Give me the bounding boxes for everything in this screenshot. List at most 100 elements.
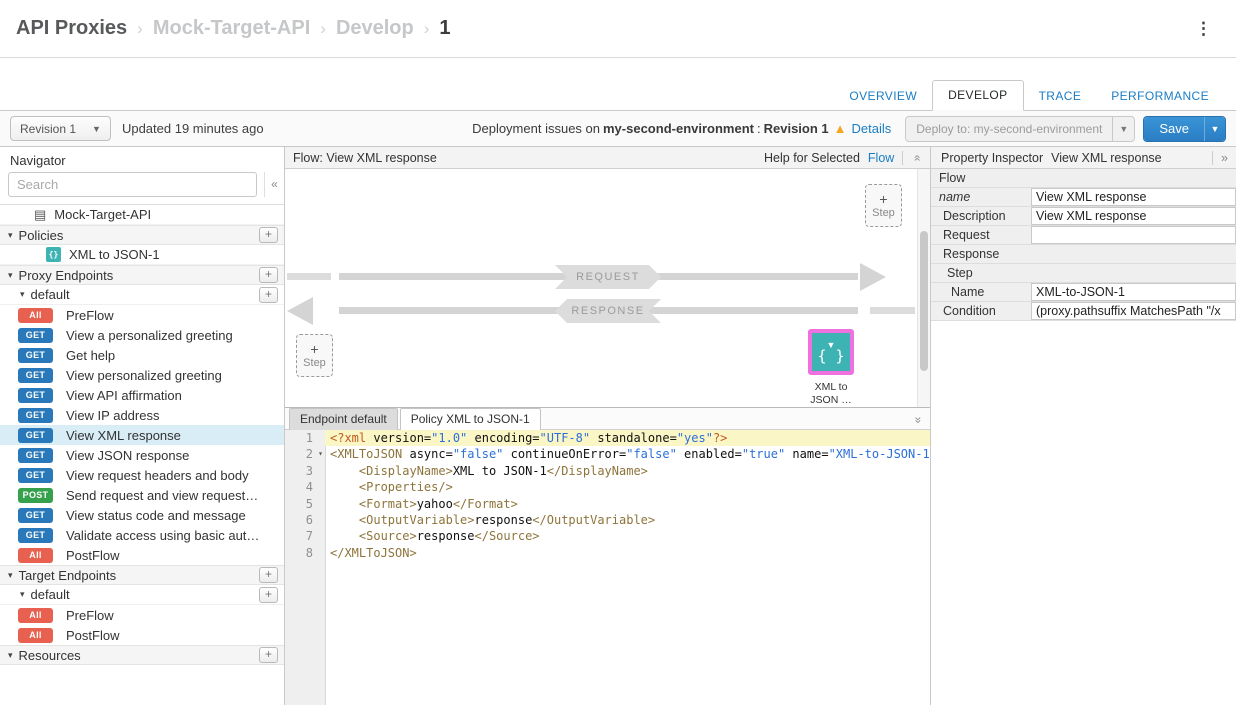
- xml-code-editor[interactable]: 1<?xml version="1.0" encoding="UTF-8" st…: [285, 430, 930, 705]
- breadcrumb-section: Develop: [336, 17, 414, 40]
- kebab-menu-icon[interactable]: ⋮: [1187, 17, 1220, 41]
- property-inspector-subtitle: View XML response: [1051, 151, 1161, 165]
- inspector-field-value[interactable]: XML-to-JSON-1: [1031, 283, 1236, 301]
- deployment-issues-message: Deployment issues on my-second-environme…: [472, 121, 891, 136]
- add-button[interactable]: +: [259, 287, 278, 303]
- caret-down-icon[interactable]: ▾: [8, 230, 13, 241]
- navigator-title: Navigator: [0, 147, 284, 172]
- code-text: <DisplayName>XML to JSON-1</DisplayName>: [325, 463, 930, 479]
- add-button[interactable]: +: [259, 227, 278, 243]
- breadcrumb-separator: ›: [137, 19, 143, 39]
- sidebar-item-validate-access-using-basic-aut[interactable]: GETValidate access using basic aut…: [0, 525, 284, 545]
- save-dropdown-arrow[interactable]: ▼: [1204, 117, 1225, 141]
- navigator-panel: Navigator « ▤Mock-Target-API▾Policies+{}…: [0, 147, 285, 705]
- code-text: <OutputVariable>response</OutputVariable…: [325, 512, 930, 528]
- tab-develop[interactable]: DEVELOP: [932, 80, 1024, 111]
- sidebar-item-view-status-code-and-message[interactable]: GET View status code and message: [0, 505, 284, 525]
- fold-caret-icon[interactable]: ▾: [318, 446, 323, 462]
- warning-icon: ▲: [834, 121, 847, 136]
- sidebar-item-label: PostFlow: [66, 628, 119, 643]
- sidebar-item-view-ip-address[interactable]: GETView IP address: [0, 405, 284, 425]
- code-line[interactable]: 2▾<XMLToJSON async="false" continueOnErr…: [285, 446, 930, 462]
- add-button[interactable]: +: [259, 567, 278, 583]
- add-button[interactable]: +: [259, 587, 278, 603]
- inspector-field-value[interactable]: (proxy.pathsuffix MatchesPath "/x: [1031, 302, 1236, 320]
- code-line[interactable]: 8</XMLToJSON>: [285, 545, 930, 561]
- code-line[interactable]: 7 <Source>response</Source>: [285, 528, 930, 544]
- search-input[interactable]: [8, 172, 257, 197]
- breadcrumb: API Proxies › Mock-Target-API › Develop …: [16, 17, 451, 40]
- navigator-search-row: «: [0, 172, 284, 205]
- code-line[interactable]: 6 <OutputVariable>response</OutputVariab…: [285, 512, 930, 528]
- collapse-panel-icon[interactable]: «: [264, 172, 284, 197]
- sidebar-item-get-help[interactable]: GETGet help: [0, 345, 284, 365]
- request-lane-stub: [287, 273, 331, 280]
- help-flow-link[interactable]: Flow: [868, 151, 894, 165]
- code-line[interactable]: 1<?xml version="1.0" encoding="UTF-8" st…: [285, 430, 930, 446]
- sidebar-item-proxy-endpoints[interactable]: ▾Proxy Endpoints+: [0, 265, 284, 285]
- flow-canvas: REQUEST RESPONSE + Step + Step ▼ { } XML…: [285, 169, 930, 407]
- sidebar-item-target-endpoints[interactable]: ▾Target Endpoints+: [0, 565, 284, 585]
- main-area: Navigator « ▤Mock-Target-API▾Policies+{}…: [0, 147, 1236, 705]
- sidebar-item-view-api-affirmation[interactable]: GETView API affirmation: [0, 385, 284, 405]
- sidebar-item-label: PreFlow: [66, 608, 114, 623]
- inspector-field-value[interactable]: [1031, 226, 1236, 244]
- sidebar-item-label: View status code and message: [66, 508, 246, 523]
- collapse-editor-icon[interactable]: »: [915, 411, 922, 429]
- caret-down-icon[interactable]: ▾: [8, 570, 13, 581]
- sidebar-item-preflow[interactable]: AllPreFlow: [0, 605, 284, 625]
- sidebar-item-default[interactable]: ▾default+: [0, 285, 284, 305]
- sidebar-item-view-a-personalized-greeting[interactable]: GETView a personalized greeting: [0, 325, 284, 345]
- caret-down-icon[interactable]: ▾: [8, 650, 13, 661]
- breadcrumb-api-proxies[interactable]: API Proxies: [16, 17, 127, 40]
- tab-performance[interactable]: PERFORMANCE: [1096, 82, 1224, 111]
- inspector-field-value[interactable]: View XML response: [1031, 207, 1236, 225]
- sidebar-item-view-json-response[interactable]: GETView JSON response: [0, 445, 284, 465]
- inspector-field-value[interactable]: View XML response: [1031, 188, 1236, 206]
- editor-tab-policy-xml-to-json-1[interactable]: Policy XML to JSON-1: [400, 408, 541, 430]
- sidebar-item-postflow[interactable]: AllPostFlow: [0, 625, 284, 645]
- add-button[interactable]: +: [259, 267, 278, 283]
- editor-tab-bar: Endpoint defaultPolicy XML to JSON-1 »: [285, 408, 930, 430]
- caret-down-icon[interactable]: ▾: [20, 589, 25, 600]
- xml-to-json-policy-node[interactable]: ▼ { }: [808, 329, 854, 375]
- sidebar-item-postflow[interactable]: AllPostFlow: [0, 545, 284, 565]
- code-text: <?xml version="1.0" encoding="UTF-8" sta…: [325, 430, 930, 446]
- tab-trace[interactable]: TRACE: [1024, 82, 1097, 111]
- line-number: 5: [285, 496, 325, 512]
- sidebar-item-send-request-and-view-request[interactable]: POSTSend request and view request…: [0, 485, 284, 505]
- sidebar-item-label: Send request and view request…: [66, 488, 258, 503]
- collapse-flow-icon[interactable]: »: [902, 151, 922, 165]
- sidebar-item-view-request-headers-and-body[interactable]: GETView request headers and body: [0, 465, 284, 485]
- sidebar-item-view-xml-response[interactable]: GETView XML response: [0, 425, 284, 445]
- deploy-to-selector[interactable]: Deploy to: my-second-environment ▼: [905, 116, 1135, 142]
- save-button[interactable]: Save: [1144, 117, 1204, 141]
- inspector-field-label: Step: [931, 266, 1031, 280]
- code-line[interactable]: 4 <Properties/>: [285, 479, 930, 495]
- flow-canvas-scrollbar[interactable]: [917, 169, 930, 407]
- scrollbar-thumb[interactable]: [920, 231, 928, 371]
- caret-down-icon[interactable]: ▾: [20, 289, 25, 300]
- details-link[interactable]: Details: [852, 121, 892, 136]
- tab-overview[interactable]: OVERVIEW: [834, 82, 932, 111]
- sidebar-item-preflow[interactable]: AllPreFlow: [0, 305, 284, 325]
- sidebar-item-label: PreFlow: [66, 308, 114, 323]
- sidebar-item-policies[interactable]: ▾Policies+: [0, 225, 284, 245]
- line-number: 4: [285, 479, 325, 495]
- editor-tab-endpoint-default[interactable]: Endpoint default: [289, 408, 398, 430]
- method-badge: GET: [18, 368, 53, 383]
- code-line[interactable]: 3 <DisplayName>XML to JSON-1</DisplayNam…: [285, 463, 930, 479]
- add-button[interactable]: +: [259, 647, 278, 663]
- sidebar-item-resources[interactable]: ▾Resources+: [0, 645, 284, 665]
- sidebar-item-xml-to-json-1[interactable]: {}XML to JSON-1: [0, 245, 284, 265]
- caret-down-icon[interactable]: ▾: [8, 270, 13, 281]
- sidebar-item-default[interactable]: ▾default+: [0, 585, 284, 605]
- expand-panel-icon[interactable]: »: [1212, 151, 1236, 165]
- sidebar-item-mock-target-api[interactable]: ▤Mock-Target-API: [0, 205, 284, 225]
- revision-selector[interactable]: Revision 1 ▼: [10, 116, 111, 141]
- method-badge: GET: [18, 508, 53, 523]
- code-line[interactable]: 5 <Format>yahoo</Format>: [285, 496, 930, 512]
- sidebar-item-view-personalized-greeting[interactable]: GETView personalized greeting: [0, 365, 284, 385]
- add-step-button-request[interactable]: + Step: [865, 184, 902, 227]
- add-step-button-response[interactable]: + Step: [296, 334, 333, 377]
